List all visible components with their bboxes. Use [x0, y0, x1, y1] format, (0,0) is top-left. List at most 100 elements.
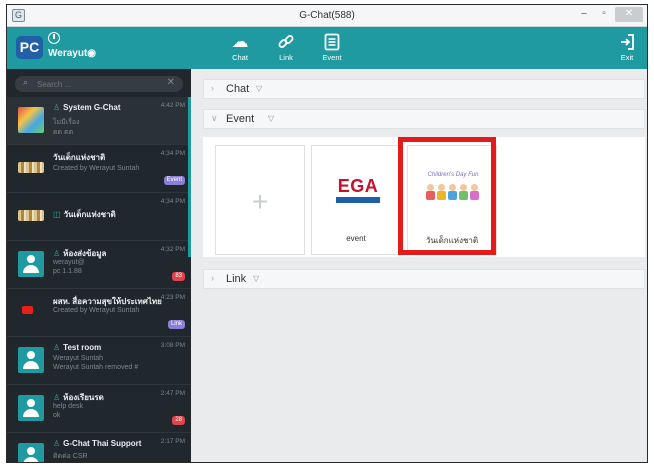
- link-icon: [269, 31, 303, 53]
- conversation-item[interactable]: ผสห. สื่อความสุขให้ประเทศไทย Created by …: [7, 289, 191, 337]
- chevron-right-icon: ›: [211, 273, 214, 283]
- app-header: PC Werayut◉ ☁ Chat Link Event Exit: [7, 27, 647, 69]
- clear-search-icon[interactable]: ✕: [167, 77, 175, 88]
- conversation-item[interactable]: ♙ Test room Werayut Suntah Werayut Suntah…: [7, 337, 191, 385]
- conversation-title: G-Chat Thai Support: [63, 439, 142, 448]
- event-name: event: [346, 234, 366, 243]
- chevron-right-icon: ›: [211, 83, 214, 93]
- section-link-header[interactable]: › Link ▽: [203, 269, 645, 289]
- conversation-name: ◫ วันเด็กแห่งชาติ: [53, 208, 116, 221]
- section-chat-header[interactable]: › Chat ▽: [203, 79, 645, 99]
- conversation-preview: pc 1.1.88: [53, 268, 82, 275]
- conversation-item[interactable]: ♙ G-Chat Thai Support ติดต่อ CSR 2:17 PM: [7, 433, 191, 462]
- conversation-preview: help desk: [53, 403, 83, 410]
- conversation-item[interactable]: ♙ ห้องส่งข้อมูล werayut@ pc 1.1.88 4:32 P…: [7, 241, 191, 289]
- exit-button[interactable]: Exit: [610, 31, 644, 67]
- exit-icon: [610, 31, 644, 53]
- conversation-time: 2:17 PM: [160, 438, 185, 445]
- event-list-icon: [315, 31, 349, 53]
- conversation-item[interactable]: ♙ System G-Chat ไม่มีเรื่อง ดด ตต 4:42 PM: [7, 97, 191, 145]
- username[interactable]: Werayut◉: [48, 48, 96, 59]
- conversation-time: 4:34 PM: [160, 150, 185, 157]
- conversation-item[interactable]: ◫ วันเด็กแห่งชาติ 4:34 PM: [7, 193, 191, 241]
- plus-icon: +: [251, 186, 269, 217]
- conversation-sidebar: ⌕ ✕ ♙System G-Chat ไม่มีเรื่อง ดด ตต 4:4…: [7, 69, 191, 462]
- nav-link[interactable]: Link: [269, 31, 303, 67]
- close-button[interactable]: ✕: [615, 7, 643, 22]
- youtube-icon: [22, 306, 33, 314]
- event-tile[interactable]: EGA event: [311, 145, 401, 255]
- filter-icon[interactable]: ▽: [253, 274, 259, 283]
- person-avatar-icon: [18, 443, 44, 462]
- window-title-bar: G G-Chat(588) – ▫ ✕: [7, 5, 647, 27]
- unread-badge: 28: [172, 416, 185, 425]
- event-badge: Event: [163, 176, 185, 185]
- ega-logo: EGA: [335, 176, 381, 203]
- unread-badge: 83: [172, 272, 185, 281]
- conversation-time: 4:23 PM: [160, 294, 185, 301]
- person-icon: ♙: [53, 393, 61, 402]
- conversation-preview: Werayut Suntah: [53, 355, 104, 362]
- conversation-title: System G-Chat: [63, 103, 121, 112]
- person-icon: ♙: [53, 249, 61, 258]
- conversation-preview: Created by Werayut Suntah: [53, 165, 140, 172]
- conversation-name: ♙ Test room: [53, 343, 101, 352]
- conversation-time: 4:32 PM: [160, 246, 185, 253]
- conversation-item[interactable]: วันเด็กแห่งชาติ Created by Werayut Sunta…: [7, 145, 191, 193]
- conversation-preview: ติดต่อ CSR: [53, 453, 88, 460]
- nav-event[interactable]: Event: [315, 31, 349, 67]
- search-input[interactable]: [37, 78, 162, 90]
- conversation-title: ห้องส่งข้อมูล: [63, 249, 107, 258]
- chevron-down-icon: ∨: [211, 113, 218, 123]
- conversation-title: Test room: [63, 343, 102, 352]
- conversation-preview: Werayut Suntah removed #: [53, 364, 139, 371]
- search-icon: ⌕: [23, 77, 29, 87]
- nav-chat[interactable]: ☁ Chat: [223, 31, 257, 67]
- search-box: ⌕ ✕: [15, 76, 183, 92]
- chat-bubbles-icon: ☁: [231, 32, 249, 51]
- conversation-time: 4:42 PM: [160, 102, 185, 109]
- app-logo: PC: [16, 36, 43, 59]
- main-panel: › Chat ▽ ∨ Event ▽ + EGA event Children'…: [191, 69, 647, 462]
- conversation-time: 2:47 PM: [160, 390, 185, 397]
- maximize-button[interactable]: ▫: [595, 7, 613, 22]
- person-avatar-icon: [18, 395, 44, 421]
- conversation-title: วันเด็กแห่งชาติ: [63, 210, 116, 219]
- section-title: Event: [226, 113, 255, 125]
- filter-icon[interactable]: ▽: [256, 84, 262, 93]
- group-icon: ◫: [53, 210, 61, 219]
- person-icon: ♙: [53, 439, 61, 448]
- app-window: G G-Chat(588) – ▫ ✕ PC Werayut◉ ☁ Chat L…: [6, 4, 648, 463]
- section-title: Chat: [226, 83, 250, 95]
- person-avatar-icon: [18, 347, 44, 373]
- conversation-title: วันเด็กแห่งชาติ: [53, 153, 106, 162]
- avatar: [18, 162, 44, 173]
- person-icon: ♙: [53, 103, 61, 112]
- section-event-header[interactable]: ∨ Event ▽: [203, 109, 645, 129]
- nav-link-label: Link: [279, 53, 293, 62]
- conversation-title: ห้องเรียนรด: [63, 393, 104, 402]
- status-clock-icon[interactable]: [48, 32, 60, 44]
- window-title: G-Chat(588): [299, 10, 355, 21]
- person-icon: ♙: [53, 343, 61, 352]
- nav-event-label: Event: [322, 53, 342, 62]
- filter-icon[interactable]: ▽: [268, 114, 274, 123]
- nav-chat-label: Chat: [232, 53, 248, 62]
- conversation-preview: ดด ตต: [53, 129, 74, 136]
- window-controls: – ▫ ✕: [575, 7, 643, 23]
- section-title: Link: [226, 273, 247, 285]
- link-badge: Link: [167, 320, 185, 329]
- avatar: [18, 107, 44, 133]
- conversation-time: 4:34 PM: [160, 198, 185, 205]
- conversation-time: 3:08 PM: [160, 342, 185, 349]
- exit-label: Exit: [620, 53, 634, 62]
- selection-highlight: [398, 137, 496, 255]
- person-avatar-icon: [18, 251, 44, 277]
- add-event-tile[interactable]: +: [215, 145, 305, 255]
- conversation-name: ♙ System G-Chat: [53, 103, 121, 112]
- avatar: [18, 210, 44, 221]
- minimize-button[interactable]: –: [575, 7, 593, 22]
- conversation-preview: werayut@: [53, 259, 85, 266]
- conversation-preview: Created by Werayut Suntah: [53, 307, 140, 314]
- conversation-item[interactable]: ♙ ห้องเรียนรด help desk ok 2:47 PM 28: [7, 385, 191, 433]
